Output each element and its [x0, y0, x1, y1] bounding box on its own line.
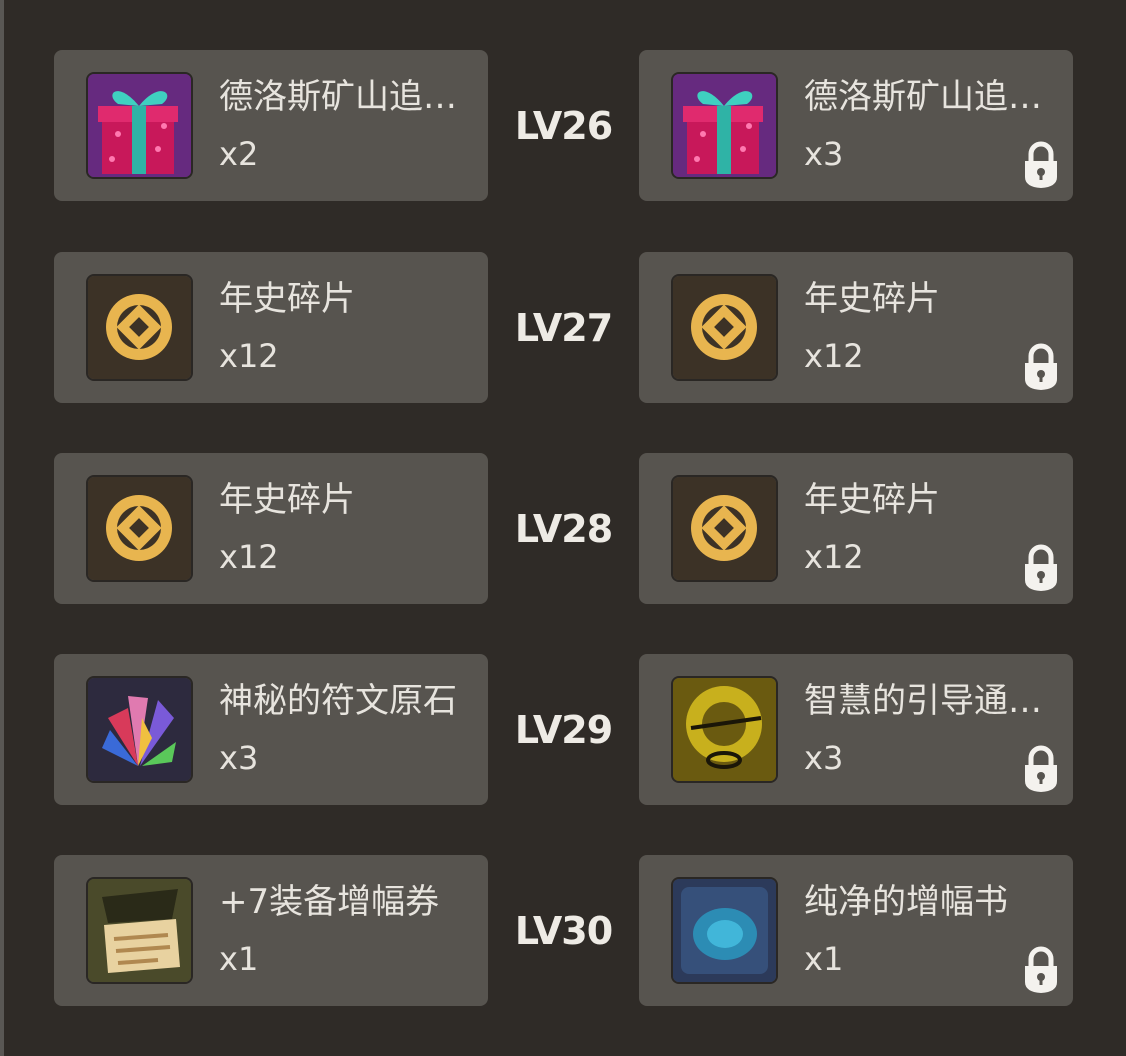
lock-icon — [1021, 946, 1061, 994]
reward-row-lv29: 神秘的符文原石 x3 LV29 智慧的引导通… x3 — [0, 654, 1126, 805]
paid-reward-card[interactable]: 年史碎片 x12 — [639, 453, 1073, 604]
reward-name: 年史碎片 — [804, 480, 940, 520]
reward-row-lv30: +7装备增幅券 x1 LV30 纯净的增幅书 x1 — [0, 855, 1126, 1006]
lock-icon — [1021, 343, 1061, 391]
reward-name: 德洛斯矿山追… — [219, 77, 457, 117]
level-label: LV27 — [514, 306, 613, 350]
reward-count: x3 — [219, 739, 259, 777]
level-label: LV30 — [514, 909, 613, 953]
chronicle-fragment-icon — [673, 477, 776, 580]
paid-reward-card[interactable]: 纯净的增幅书 x1 — [639, 855, 1073, 1006]
reward-row-lv28: 年史碎片 x12 LV28 年史碎片 x12 — [0, 453, 1126, 604]
chronicle-fragment-icon — [88, 276, 191, 379]
paid-reward-card[interactable]: 德洛斯矿山追… x3 — [639, 50, 1073, 201]
reward-count: x3 — [804, 135, 844, 173]
reward-name: 年史碎片 — [804, 279, 940, 319]
free-reward-card[interactable]: 年史碎片 x12 — [54, 252, 488, 403]
amplify-book-icon — [673, 879, 776, 982]
free-reward-card[interactable]: 年史碎片 x12 — [54, 453, 488, 604]
gift-box-icon — [673, 74, 776, 177]
lock-icon — [1021, 745, 1061, 793]
reward-count: x1 — [219, 940, 259, 978]
paid-reward-card[interactable]: 智慧的引导通… x3 — [639, 654, 1073, 805]
reward-count: x12 — [219, 538, 279, 576]
reward-name: 纯净的增幅书 — [804, 882, 1008, 922]
reward-name: 神秘的符文原石 — [219, 681, 457, 721]
reward-row-lv27: 年史碎片 x12 LV27 年史碎片 x12 — [0, 252, 1126, 403]
lock-icon — [1021, 544, 1061, 592]
chronicle-fragment-icon — [673, 276, 776, 379]
reward-count: x3 — [804, 739, 844, 777]
reward-count: x12 — [804, 337, 864, 375]
free-ticket-icon — [673, 678, 776, 781]
reward-count: x2 — [219, 135, 259, 173]
gift-box-icon — [88, 74, 191, 177]
level-label: LV29 — [514, 708, 613, 752]
reward-name: 年史碎片 — [219, 480, 355, 520]
reward-name: +7装备增幅券 — [219, 882, 440, 922]
level-label: LV28 — [514, 507, 613, 551]
reward-count: x12 — [804, 538, 864, 576]
chronicle-fragment-icon — [88, 477, 191, 580]
amplify-ticket-icon — [88, 879, 191, 982]
rune-stone-icon — [88, 678, 191, 781]
reward-count: x1 — [804, 940, 844, 978]
free-reward-card[interactable]: 德洛斯矿山追… x2 — [54, 50, 488, 201]
level-label: LV26 — [514, 104, 613, 148]
free-reward-card[interactable]: +7装备增幅券 x1 — [54, 855, 488, 1006]
reward-row-lv26: 德洛斯矿山追… x2 LV26 德洛斯矿山追… x3 — [0, 50, 1126, 201]
reward-name: 智慧的引导通… — [804, 681, 1042, 721]
paid-reward-card[interactable]: 年史碎片 x12 — [639, 252, 1073, 403]
reward-name: 德洛斯矿山追… — [804, 77, 1042, 117]
reward-count: x12 — [219, 337, 279, 375]
free-reward-card[interactable]: 神秘的符文原石 x3 — [54, 654, 488, 805]
lock-icon — [1021, 141, 1061, 189]
reward-name: 年史碎片 — [219, 279, 355, 319]
